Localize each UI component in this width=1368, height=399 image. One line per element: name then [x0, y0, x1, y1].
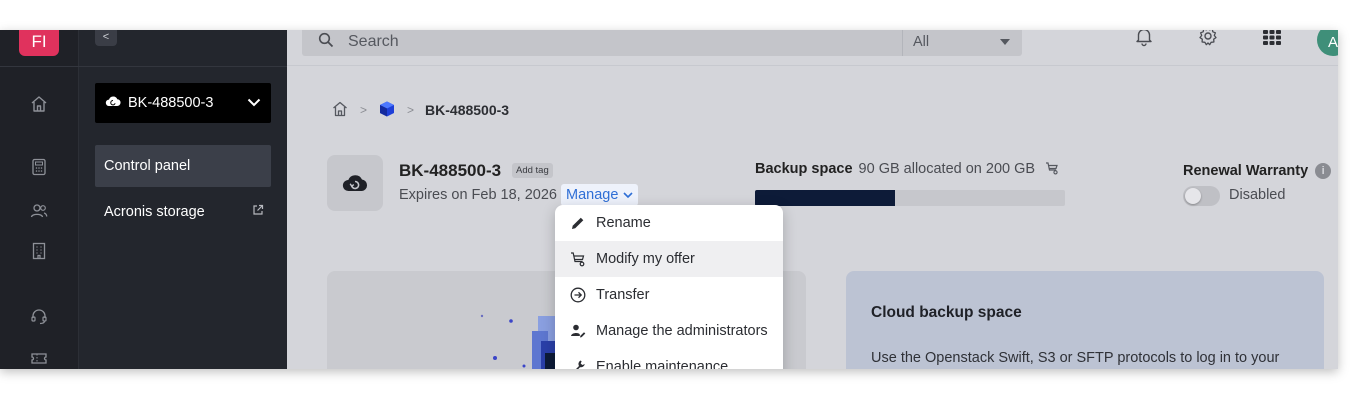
service-cube-icon[interactable] — [378, 100, 396, 121]
menu-item-rename[interactable]: Rename — [555, 205, 783, 241]
menu-item-label: Manage the administrators — [596, 323, 768, 339]
cloud-icon — [105, 95, 121, 111]
search-icon — [318, 32, 334, 53]
menu-item-manage-administrators[interactable]: Manage the administrators — [555, 313, 783, 349]
manage-dropdown-menu: Rename Modify my offer Transfer Manage t… — [555, 205, 783, 369]
cart-icon[interactable] — [1045, 162, 1059, 179]
search-scope-value: All — [913, 34, 930, 50]
service-selector-value: BK-488500-3 — [128, 95, 214, 111]
brand-logo[interactable]: FI — [19, 30, 59, 56]
headset-icon[interactable] — [29, 306, 49, 326]
transfer-icon — [569, 286, 587, 304]
search-scope-select[interactable]: All — [902, 30, 1022, 56]
sidebar-item-label: Acronis storage — [104, 204, 205, 220]
sidebar-divider — [79, 66, 287, 67]
ticket-icon[interactable] — [29, 348, 49, 368]
backup-space-label: Backup space — [755, 161, 853, 177]
collapse-sidebar-button[interactable]: < — [95, 30, 117, 46]
home-icon[interactable] — [331, 100, 349, 121]
renewal-warranty-toggle[interactable] — [1183, 186, 1220, 206]
service-name: BK-488500-3 — [399, 161, 502, 180]
service-selector[interactable]: BK-488500-3 — [95, 83, 271, 123]
cloud-backup-description: Use the Openstack Swift, S3 or SFTP prot… — [871, 350, 1280, 366]
sidebar-item-acronis-storage[interactable]: Acronis storage — [95, 191, 271, 233]
top-bar: Search All A — [287, 30, 1338, 66]
app-window: FI < BK-488500-3 Control panel Acronis s… — [0, 30, 1338, 369]
add-tag-button[interactable]: Add tag — [512, 163, 553, 178]
home-icon[interactable] — [29, 94, 49, 114]
renewal-warranty-label: Renewal Warranty — [1183, 163, 1309, 179]
calculator-icon[interactable] — [29, 157, 49, 177]
backup-space-info: Backup space 90 GB allocated on 200 GB — [755, 161, 1059, 179]
external-link-icon — [252, 204, 264, 220]
cart-icon — [569, 250, 587, 268]
gear-icon[interactable] — [1196, 30, 1220, 48]
toggle-knob — [1185, 188, 1201, 204]
expiry-date: Expires on Feb 18, 2026 — [399, 187, 557, 203]
menu-item-label: Enable maintenance — [596, 359, 729, 369]
breadcrumb-separator-icon: > — [407, 103, 415, 117]
breadcrumb-separator-icon: > — [360, 103, 368, 117]
wrench-icon — [569, 358, 587, 369]
menu-item-enable-maintenance[interactable]: Enable maintenance — [555, 349, 783, 369]
manage-button-label: Manage — [566, 187, 619, 203]
apps-grid-icon[interactable] — [1260, 30, 1284, 48]
cloud-backup-card: Cloud backup space Use the Openstack Swi… — [846, 271, 1324, 369]
renewal-warranty: Renewal Warranty i — [1183, 163, 1332, 179]
breadcrumb-current: BK-488500-3 — [425, 102, 510, 118]
icon-rail: FI — [0, 30, 79, 369]
search-input[interactable]: Search — [348, 33, 399, 51]
backup-allocation: 90 GB allocated on 200 GB — [858, 161, 1036, 177]
cloud-backup-title: Cloud backup space — [871, 304, 1022, 321]
menu-item-label: Modify my offer — [596, 251, 695, 267]
menu-item-modify-offer[interactable]: Modify my offer — [555, 241, 783, 277]
chevron-down-icon — [247, 95, 261, 111]
caret-down-icon — [1000, 39, 1010, 45]
manage-button[interactable]: Manage — [561, 184, 639, 206]
chevron-down-icon — [623, 187, 633, 203]
menu-item-transfer[interactable]: Transfer — [555, 277, 783, 313]
users-icon[interactable] — [29, 201, 49, 221]
backup-usage-fill — [755, 190, 895, 206]
info-icon[interactable]: i — [1315, 163, 1332, 179]
service-sidebar: < BK-488500-3 Control panel Acronis stor… — [79, 30, 287, 369]
renewal-warranty-state: Disabled — [1229, 187, 1286, 203]
user-edit-icon — [569, 322, 587, 340]
backup-service-icon — [327, 155, 383, 211]
breadcrumb: > > BK-488500-3 — [331, 100, 509, 120]
menu-item-label: Rename — [596, 215, 651, 231]
sidebar-item-control-panel[interactable]: Control panel — [95, 145, 271, 187]
building-icon[interactable] — [29, 241, 49, 261]
avatar[interactable]: A — [1317, 30, 1338, 56]
search-bar[interactable]: Search All — [302, 30, 1022, 56]
backup-usage-bar — [755, 190, 1065, 206]
pencil-icon — [569, 214, 587, 232]
sidebar-item-label: Control panel — [104, 158, 191, 174]
main-content: Search All A > > BK-488500-3 BK-488500-3… — [287, 30, 1338, 369]
menu-item-label: Transfer — [596, 287, 650, 303]
bell-icon[interactable] — [1132, 30, 1156, 48]
rail-divider — [0, 66, 79, 67]
